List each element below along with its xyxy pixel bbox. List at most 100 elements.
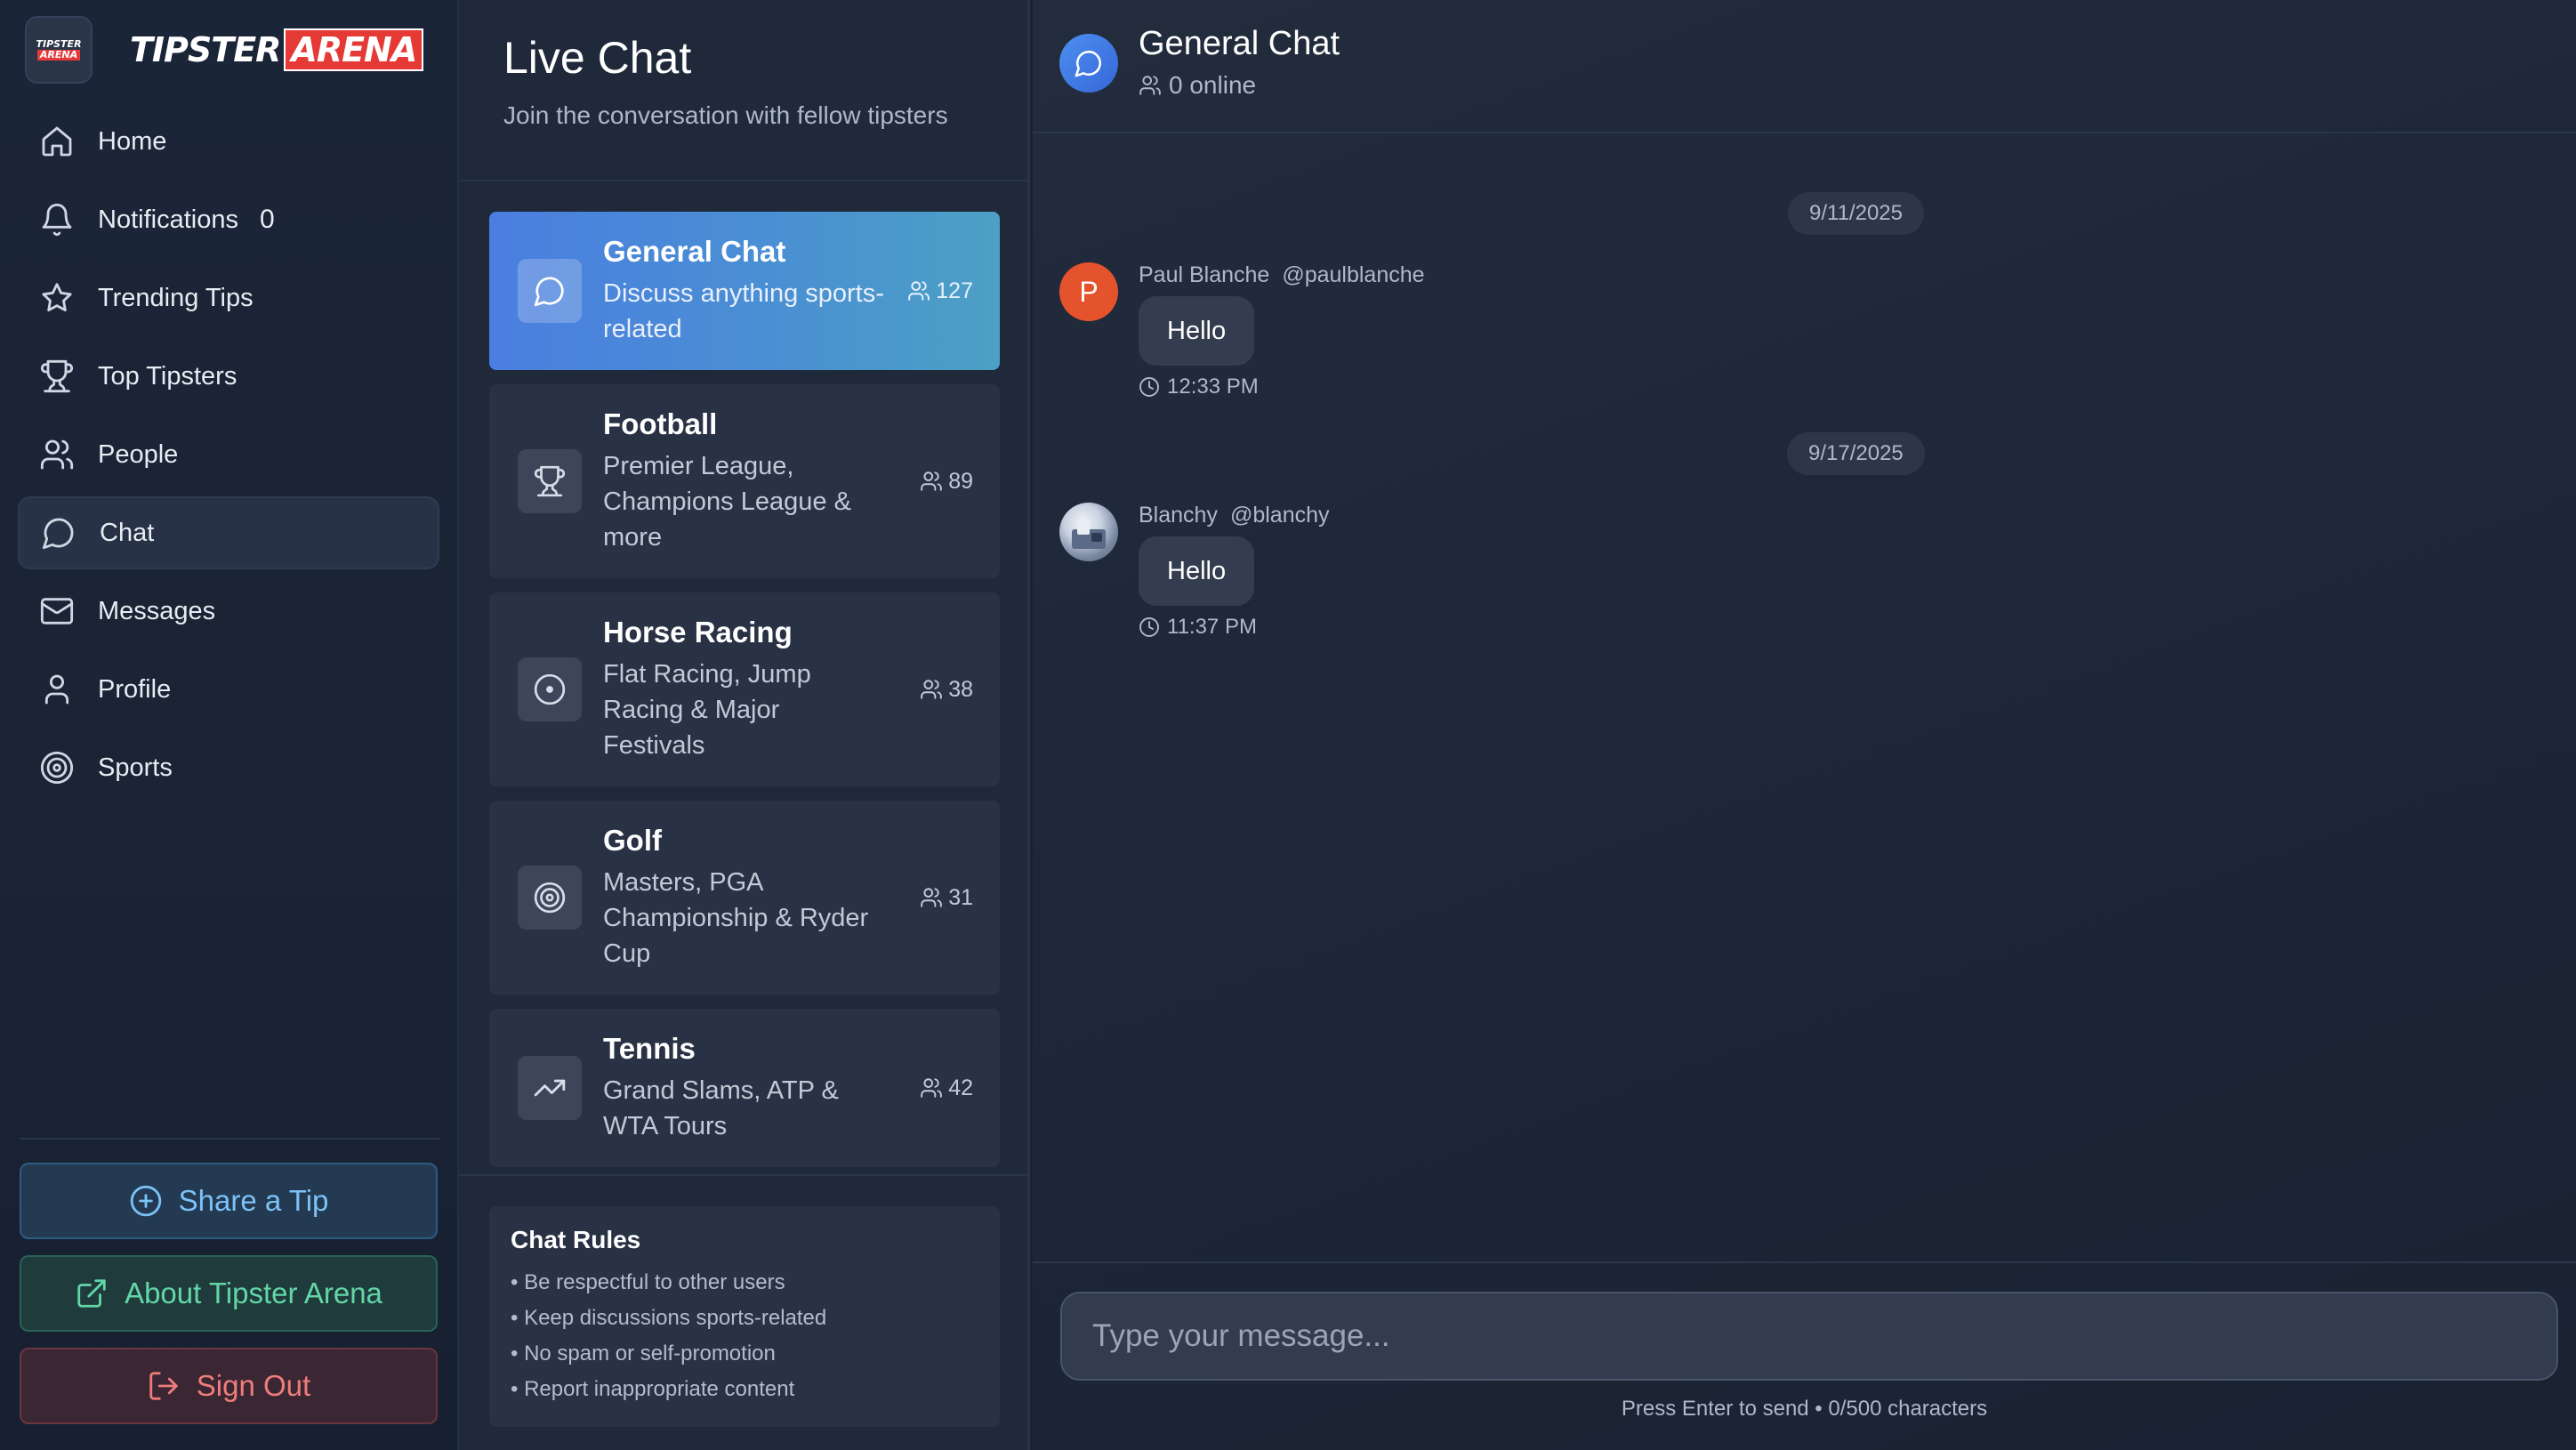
date-separator: 9/17/2025	[1787, 432, 1925, 475]
message-time: 11:37 PM	[1139, 615, 1257, 640]
users-icon	[39, 437, 75, 472]
sidebar-nav: Home Notifications 0 Trending Tips Top T…	[18, 105, 439, 810]
message-bubble: Hello	[1139, 296, 1255, 366]
room-card-general-chat[interactable]: General Chat Discuss anything sports-rel…	[489, 212, 1000, 370]
sidebar-item-home[interactable]: Home	[18, 105, 439, 178]
room-member-count: 38	[920, 677, 973, 703]
room-description: Discuss anything sports-related	[603, 279, 884, 343]
target-icon	[518, 866, 582, 930]
room-name: Golf	[603, 824, 662, 857]
sender-name[interactable]: Blanchy	[1139, 503, 1218, 528]
sidebar-item-label: Notifications	[98, 205, 238, 234]
brand-logo: TIPSTER ARENA	[25, 16, 93, 84]
room-member-count: 42	[920, 1075, 973, 1101]
sidebar-item-messages[interactable]: Messages	[18, 575, 439, 648]
message-composer	[1060, 1292, 2558, 1381]
room-name: General Chat	[603, 235, 786, 268]
room-card-football[interactable]: Football Premier League, Champions Leagu…	[489, 384, 1000, 578]
chat-panel: General Chat 0 online 9/11/2025 P Paul B…	[1033, 0, 2576, 1450]
room-description: Premier League, Champions League & more	[603, 452, 851, 552]
chat-bubble-icon	[518, 259, 582, 323]
share-tip-label: Share a Tip	[178, 1184, 329, 1217]
about-button[interactable]: About Tipster Arena	[20, 1255, 438, 1332]
clock-icon	[1139, 617, 1159, 637]
room-description: Flat Racing, Jump Racing & Major Festiva…	[603, 660, 811, 760]
share-tip-button[interactable]: Share a Tip	[20, 1163, 438, 1239]
room-count-value: 31	[948, 884, 973, 910]
message-time-text: 11:37 PM	[1167, 615, 1257, 639]
star-icon	[39, 280, 75, 316]
sidebar-divider	[20, 1138, 439, 1140]
message-meta: Paul Blanche @paulblanche	[1139, 262, 1425, 288]
trending-up-icon	[518, 1056, 582, 1120]
chat-rule: Keep discussions sports-related	[511, 1301, 978, 1336]
page-subtitle: Join the conversation with fellow tipste…	[503, 101, 948, 129]
room-name: Tennis	[603, 1032, 696, 1065]
sender-name[interactable]: Paul Blanche	[1139, 262, 1269, 287]
trophy-icon	[518, 449, 582, 513]
room-card-horse-racing[interactable]: Horse Racing Flat Racing, Jump Racing & …	[489, 592, 1000, 786]
chat-bubble-icon	[41, 515, 76, 551]
room-card-tennis[interactable]: Tennis Grand Slams, ATP & WTA Tours 42	[489, 1009, 1000, 1167]
sidebar-item-label: Home	[98, 126, 167, 156]
brand-logo-line2: ARENA	[36, 50, 81, 60]
chat-rule: Report inappropriate content	[511, 1372, 978, 1407]
avatar[interactable]: P	[1059, 262, 1118, 321]
rules-divider	[459, 1174, 1027, 1176]
room-description: Grand Slams, ATP & WTA Tours	[603, 1076, 839, 1140]
brand-name-part1: TIPSTER	[130, 30, 281, 69]
home-icon	[39, 124, 75, 159]
users-icon	[921, 680, 942, 699]
online-count-text: 0 online	[1169, 71, 1257, 99]
brand[interactable]: TIPSTER ARENA TIPSTER ARENA	[25, 16, 424, 84]
sidebar-item-label: People	[98, 439, 179, 469]
trophy-icon	[39, 358, 75, 394]
room-name: Football	[603, 407, 718, 440]
sidebar-item-label: Chat	[100, 518, 155, 547]
date-separator: 9/11/2025	[1788, 192, 1924, 235]
room-description: Masters, PGA Championship & Ryder Cup	[603, 868, 869, 968]
room-count-value: 42	[948, 1075, 973, 1100]
message-bubble: Hello	[1139, 536, 1255, 606]
avatar[interactable]	[1059, 503, 1118, 561]
users-icon	[921, 1078, 942, 1098]
plus-circle-icon	[129, 1184, 163, 1218]
message-input[interactable]	[1092, 1318, 2526, 1354]
chat-bubble-icon	[1059, 34, 1118, 93]
external-link-icon	[75, 1277, 109, 1310]
clock-icon	[1139, 377, 1159, 397]
sidebar-item-people[interactable]: People	[18, 418, 439, 491]
chat-rules-title: Chat Rules	[511, 1226, 641, 1253]
rooms-header: Live Chat Join the conversation with fel…	[503, 32, 948, 130]
about-label: About Tipster Arena	[125, 1277, 382, 1309]
sidebar-item-chat[interactable]: Chat	[18, 496, 439, 569]
brand-wordmark: TIPSTER ARENA	[130, 28, 424, 71]
sign-out-button[interactable]: Sign Out	[20, 1348, 438, 1424]
sidebar-item-label: Messages	[98, 596, 216, 625]
chat-header: General Chat 0 online	[1033, 0, 2576, 133]
message-time: 12:33 PM	[1139, 375, 1259, 399]
room-list[interactable]: General Chat Discuss anything sports-rel…	[489, 212, 1000, 1174]
users-icon	[1139, 76, 1161, 95]
composer-divider	[1033, 1261, 2576, 1263]
sidebar-item-top-tipsters[interactable]: Top Tipsters	[18, 340, 439, 413]
sidebar-item-trending-tips[interactable]: Trending Tips	[18, 262, 439, 334]
sidebar-item-sports[interactable]: Sports	[18, 731, 439, 804]
sidebar-item-label: Trending Tips	[98, 283, 254, 312]
chat-room-title: General Chat	[1139, 25, 1340, 62]
rooms-divider	[459, 180, 1027, 181]
brand-name-part2: ARENA	[284, 28, 424, 71]
target-icon	[39, 750, 75, 785]
room-card-golf[interactable]: Golf Masters, PGA Championship & Ryder C…	[489, 801, 1000, 995]
users-icon	[908, 281, 930, 301]
message-meta: Blanchy @blanchy	[1139, 503, 1330, 528]
room-member-count: 89	[920, 469, 973, 495]
sidebar: TIPSTER ARENA TIPSTER ARENA Home Notific…	[0, 0, 459, 1450]
sender-handle[interactable]: @blanchy	[1230, 503, 1330, 528]
room-count-value: 89	[948, 468, 973, 494]
circle-dot-icon	[518, 657, 582, 721]
sign-out-label: Sign Out	[196, 1369, 311, 1402]
sidebar-item-notifications[interactable]: Notifications 0	[18, 183, 439, 256]
sidebar-item-profile[interactable]: Profile	[18, 653, 439, 726]
sender-handle[interactable]: @paulblanche	[1282, 262, 1424, 287]
